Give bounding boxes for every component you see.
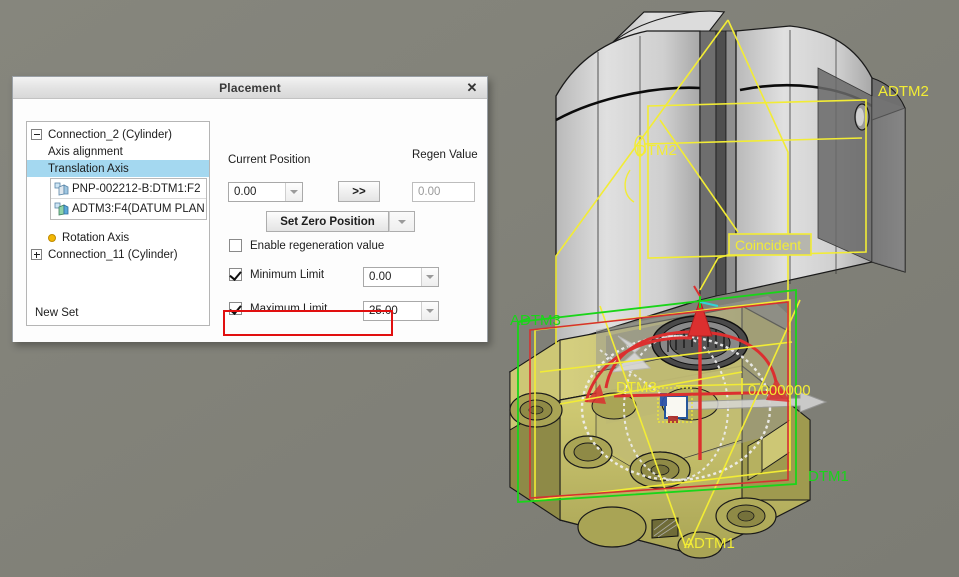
new-set-button[interactable]: New Set <box>35 307 78 319</box>
minimum-limit-label: Minimum Limit <box>250 268 325 281</box>
datum-plane-icon <box>54 182 70 196</box>
reference-label: ADTM3:F4(DATUM PLAN <box>72 203 205 215</box>
current-position-label: Current Position <box>228 154 311 166</box>
label-dtm3: DTM3 <box>616 379 657 396</box>
reference-list[interactable]: PNP-002212-B:DTM1:F2 ADTM3:F4(DATUM PLAN <box>50 178 207 220</box>
tree-item-label: Translation Axis <box>48 162 129 175</box>
svg-text:Coincident: Coincident <box>735 237 801 253</box>
tree-item-label: Connection_11 (Cylinder) <box>48 248 178 261</box>
set-zero-position-dropdown-icon[interactable] <box>389 211 415 232</box>
minimum-limit-value: 0.00 <box>369 271 392 283</box>
coincident-tag: Coincident <box>728 233 812 256</box>
label-adtm3: ADTM3 <box>510 312 561 329</box>
apply-forward-button[interactable]: >> <box>338 181 380 202</box>
close-icon[interactable]: ✕ <box>463 79 481 97</box>
dialog-body: Connection_2 (Cylinder) Axis alignment T… <box>13 99 487 342</box>
connections-tree-panel[interactable]: Connection_2 (Cylinder) Axis alignment T… <box>26 121 210 326</box>
maximum-limit-label: Maximum Limit <box>250 302 328 315</box>
label-adtm2: ADTM2 <box>878 83 929 100</box>
reference-label: PNP-002212-B:DTM1:F2 <box>72 182 201 195</box>
minimum-limit-checkbox-row[interactable]: Minimum Limit <box>229 268 324 281</box>
maximum-limit-value: 25.00 <box>369 305 398 317</box>
maximum-limit-combobox[interactable]: 25.00 <box>363 301 439 321</box>
tree-item-label: Connection_2 (Cylinder) <box>48 128 173 141</box>
chevron-down-icon[interactable] <box>421 268 438 286</box>
current-position-value: 0.00 <box>234 186 257 198</box>
dialog-titlebar[interactable]: Placement ✕ <box>13 77 487 99</box>
application-window: ADTM2 DTM2 ADTM3 DTM3 DTM1 ADTM1 0.00000… <box>0 0 959 577</box>
chevron-down-icon[interactable] <box>285 183 302 201</box>
placement-dialog: Placement ✕ Connection_2 (Cylinder) Axis… <box>12 76 488 342</box>
tree-item-connection-11[interactable]: Connection_11 (Cylinder) <box>27 246 209 263</box>
reference-row-1[interactable]: PNP-002212-B:DTM1:F2 <box>51 179 206 199</box>
dialog-title: Placement <box>219 80 281 95</box>
minimum-limit-checkbox[interactable] <box>229 268 242 281</box>
tree-item-connection-2[interactable]: Connection_2 (Cylinder) <box>27 126 209 143</box>
set-zero-position-button[interactable]: Set Zero Position <box>266 211 389 232</box>
tree-item-label: Rotation Axis <box>62 231 130 244</box>
chevron-down-icon[interactable] <box>421 302 438 320</box>
maximum-limit-checkbox-row[interactable]: Maximum Limit <box>229 302 327 315</box>
rotation-axis-dot-icon <box>48 233 56 242</box>
regen-value-label: Regen Value <box>412 149 478 161</box>
label-adtm1: ADTM1 <box>684 535 735 552</box>
label-dimension-value: 0.000000 <box>748 382 811 399</box>
reference-row-2[interactable]: ADTM3:F4(DATUM PLAN <box>51 199 206 219</box>
regen-value-input[interactable]: 0.00 <box>412 182 475 202</box>
enable-regeneration-value-checkbox-row[interactable]: Enable regeneration value <box>229 239 384 252</box>
tree-item-rotation-axis[interactable]: Rotation Axis <box>27 229 209 246</box>
expand-plus-icon[interactable] <box>31 249 42 260</box>
minimum-limit-combobox[interactable]: 0.00 <box>363 267 439 287</box>
enable-regeneration-value-label: Enable regeneration value <box>250 239 385 252</box>
tree-item-axis-alignment[interactable]: Axis alignment <box>27 143 209 160</box>
tree-item-translation-axis[interactable]: Translation Axis <box>27 160 209 177</box>
label-dtm2: DTM2 <box>636 142 677 159</box>
label-dtm1: DTM1 <box>808 468 849 485</box>
current-position-combobox[interactable]: 0.00 <box>228 182 303 202</box>
maximum-limit-checkbox[interactable] <box>229 302 242 315</box>
datum-plane-icon <box>54 202 70 216</box>
enable-regeneration-value-checkbox[interactable] <box>229 239 242 252</box>
collapse-minus-icon[interactable] <box>31 129 42 140</box>
tree-item-label: Axis alignment <box>48 145 123 158</box>
